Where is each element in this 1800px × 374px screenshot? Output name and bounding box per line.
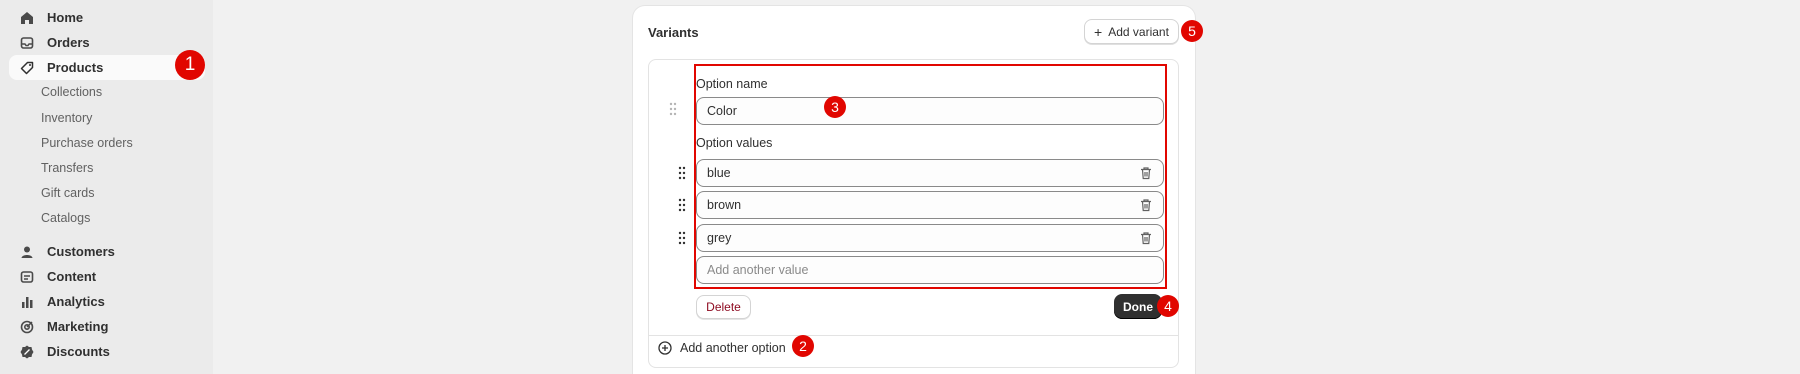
marker-3: 3 <box>824 96 846 118</box>
nav-orders-label: Orders <box>47 35 90 50</box>
nav-customers[interactable]: Customers <box>9 239 205 264</box>
nav-content-label: Content <box>47 269 97 284</box>
marker-2: 2 <box>792 335 814 357</box>
nav-marketing-label: Marketing <box>47 319 109 334</box>
trash-icon[interactable] <box>1139 231 1153 245</box>
nav-orders[interactable]: Orders <box>9 30 205 55</box>
drag-handle-icon[interactable] <box>677 231 687 245</box>
add-value-placeholder: Add another value <box>707 263 809 277</box>
nav-home-label: Home <box>47 10 84 25</box>
nav-content[interactable]: Content <box>9 264 205 289</box>
trash-icon[interactable] <box>1139 198 1153 212</box>
marker-5: 5 <box>1181 20 1203 42</box>
nav-gift-cards[interactable]: Gift cards <box>41 183 95 203</box>
option-value-input[interactable]: grey <box>696 224 1164 252</box>
orders-inbox-icon <box>19 35 35 51</box>
done-button[interactable]: Done <box>1114 294 1162 319</box>
option-value-text: grey <box>707 231 732 245</box>
add-variant-button[interactable]: + Add variant <box>1084 19 1179 44</box>
marker-4: 4 <box>1157 295 1179 317</box>
nav-collections[interactable]: Collections <box>41 82 102 102</box>
add-variant-label: Add variant <box>1108 24 1169 39</box>
add-another-option-button[interactable]: Add another option <box>658 341 786 355</box>
nav-products-label: Products <box>47 60 104 75</box>
drag-handle-icon[interactable] <box>677 166 687 180</box>
option-value-text: brown <box>707 198 742 212</box>
option-name-label: Option name <box>696 77 768 91</box>
nav-customers-label: Customers <box>47 244 115 259</box>
nav-analytics[interactable]: Analytics <box>9 289 205 314</box>
nav-home[interactable]: Home <box>9 5 205 30</box>
person-icon <box>19 244 35 260</box>
content-image-icon <box>19 269 35 285</box>
plus-icon: + <box>1094 23 1103 40</box>
option-value-input[interactable]: brown <box>696 191 1164 219</box>
nav-marketing[interactable]: Marketing <box>9 314 205 339</box>
nav-analytics-label: Analytics <box>47 294 105 309</box>
option-value-input[interactable]: blue <box>696 159 1164 187</box>
target-icon <box>19 319 35 335</box>
drag-handle-icon[interactable] <box>677 198 687 212</box>
nav-transfers[interactable]: Transfers <box>41 158 93 178</box>
discount-badge-icon <box>19 344 35 360</box>
add-option-label: Add another option <box>680 341 786 355</box>
option-values-label: Option values <box>696 136 773 150</box>
bar-chart-icon <box>19 294 35 310</box>
nav-discounts[interactable]: Discounts <box>9 339 205 364</box>
add-value-input[interactable]: Add another value <box>696 256 1164 284</box>
divider <box>649 335 1178 336</box>
nav-discounts-label: Discounts <box>47 344 110 359</box>
drag-handle-icon[interactable] <box>668 102 678 116</box>
delete-button[interactable]: Delete <box>696 295 751 319</box>
trash-icon[interactable] <box>1139 166 1153 180</box>
option-value-text: blue <box>707 166 731 180</box>
nav-purchase-orders[interactable]: Purchase orders <box>41 133 133 153</box>
nav-inventory[interactable]: Inventory <box>41 108 92 128</box>
variants-title: Variants <box>648 25 699 40</box>
plus-circle-icon <box>658 341 672 355</box>
tag-icon <box>19 60 35 76</box>
nav-catalogs[interactable]: Catalogs <box>41 208 90 228</box>
home-icon <box>19 10 35 26</box>
option-name-input[interactable]: Color <box>696 97 1164 125</box>
marker-1: 1 <box>175 50 205 80</box>
option-name-value: Color <box>707 104 737 118</box>
